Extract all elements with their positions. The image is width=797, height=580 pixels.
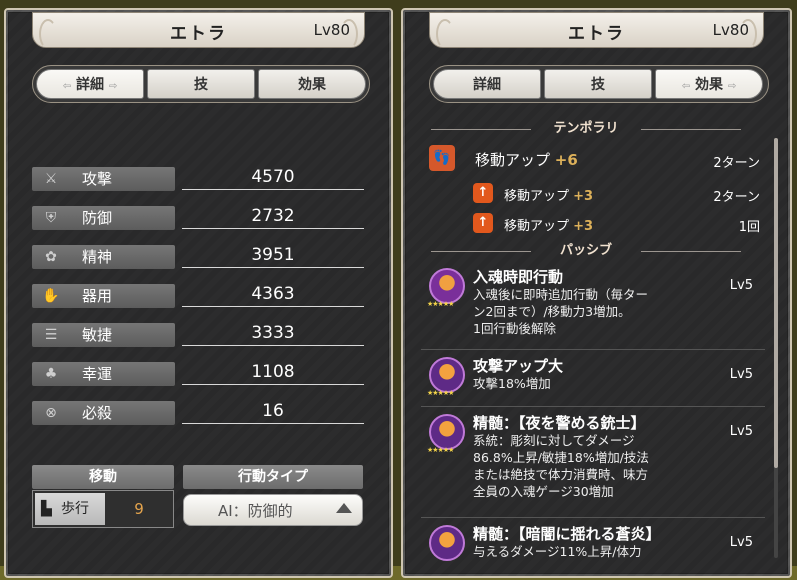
stat-value-critical: 16 (182, 400, 364, 424)
stat-name: 幸運 (82, 365, 113, 383)
clover-icon: ♣ (44, 366, 58, 382)
arrow-right-icon: ⇨ (727, 81, 737, 92)
caret-up-icon (336, 503, 352, 513)
skill-level: Lv5 (729, 278, 753, 293)
skill-description: 入魂後に即時追加行動（毎ター ン2回まで）/移動力3増加。 1回行動後解除 (473, 287, 649, 336)
tab-bar: ⇦ 詳細 ⇨ 技 効果 (32, 65, 370, 103)
stat-value-attack: 4570 (182, 166, 364, 190)
movement-value: 9 (134, 500, 144, 518)
action-type-select[interactable]: AI：防御的 (183, 494, 363, 526)
passive-section-title: パッシブ (421, 242, 751, 260)
stat-name: 器用 (82, 287, 113, 305)
skill-name: 入魂時即行動 (473, 268, 564, 286)
tab-skill[interactable]: 技 (544, 69, 652, 99)
skill-name: 攻撃アップ大 (473, 357, 564, 375)
speed-icon: ☰ (44, 327, 58, 343)
ornament-icon (340, 19, 358, 49)
character-header: エトラ Lv80 (32, 12, 365, 49)
stat-name: 攻撃 (82, 170, 113, 188)
arrow-up-icon: ↑ (473, 213, 493, 233)
stat-label-critical: ⊗ 必殺 (32, 401, 175, 425)
tab-detail-label: 詳細 (76, 77, 104, 93)
skill-level: Lv5 (729, 424, 753, 439)
tab-skill[interactable]: 技 (147, 69, 255, 99)
tab-bar: 詳細 技 ⇦ 効果 ⇨ (429, 65, 769, 103)
buff-sub: 移動アップ +3 (504, 185, 593, 204)
skill-icon (429, 357, 465, 393)
buff-main-name: 移動アップ (475, 151, 551, 169)
movement-type: ▙ 歩行 (35, 493, 105, 525)
buff-sub-turns: 1回 (738, 220, 760, 235)
buff-sub: 移動アップ +3 (504, 215, 593, 234)
movement-box: ▙ 歩行 9 (32, 490, 174, 528)
tab-effect[interactable]: ⇦ 効果 ⇨ (655, 69, 763, 99)
star-rating-icon: ★★★★★ (427, 446, 454, 454)
stat-label-dexterity: ✋ 器用 (32, 284, 175, 308)
spirit-icon: ✿ (45, 249, 57, 265)
skill-name: 精髄：【夜を警める銃士】 (473, 414, 646, 432)
stat-value-dexterity: 4363 (182, 283, 364, 307)
arrow-left-icon: ⇦ (681, 81, 691, 92)
buff-main-turns: 2ターン (713, 156, 760, 171)
stat-label-spirit: ✿ 精神 (32, 245, 175, 269)
movement-type-label: 歩行 (61, 501, 89, 517)
stat-value-defense: 2732 (182, 205, 364, 229)
sword-icon: ⚔ (44, 171, 58, 187)
arrow-left-icon: ⇦ (62, 81, 72, 92)
stat-name: 防御 (82, 209, 113, 227)
action-type-value: AI：防御的 (218, 502, 293, 520)
stat-value-spirit: 3951 (182, 244, 364, 268)
buff-sub-plus: +3 (573, 219, 594, 234)
stat-name: 必殺 (82, 404, 113, 422)
skill-description: 攻撃18%増加 (473, 376, 551, 391)
stat-name: 敏捷 (82, 326, 113, 344)
skill-description: 与えるダメージ11%上昇/体力 (473, 544, 642, 559)
stat-name: 精神 (82, 248, 113, 266)
stat-value-agility: 3333 (182, 322, 364, 346)
status-panel: エトラ Lv80 ⇦ 詳細 ⇨ 技 効果 ⚔ 攻撃 4570 ⛨ 防御 2732… (4, 8, 393, 578)
skill-icon (429, 268, 465, 304)
skill-level: Lv5 (729, 535, 753, 550)
effects-panel: エトラ Lv80 詳細 技 ⇦ 効果 ⇨ テンポラリ 👣 移動アップ +6 2タ… (401, 8, 792, 578)
action-type-header: 行動タイプ (183, 465, 363, 489)
star-rating-icon: ★★★★★ (427, 389, 454, 397)
buff-sub-name: 移動アップ (504, 189, 570, 204)
scrollbar-thumb[interactable] (774, 138, 778, 468)
tab-effect[interactable]: 効果 (258, 69, 366, 99)
tab-detail[interactable]: ⇦ 詳細 ⇨ (36, 69, 144, 99)
shield-icon: ⛨ (45, 210, 57, 226)
list-item[interactable]: 精髄：【暗闇に揺れる蒼炎】 与えるダメージ11%上昇/体力 Lv5 (421, 519, 765, 576)
boot-icon: ▙ (41, 501, 52, 517)
buff-sub-name: 移動アップ (504, 219, 570, 234)
skill-name: 精髄：【暗闇に揺れる蒼炎】 (473, 525, 661, 543)
skill-level: Lv5 (729, 367, 753, 382)
character-header: エトラ Lv80 (429, 12, 764, 49)
skill-icon (429, 414, 465, 450)
arrow-up-icon: ↑ (473, 183, 493, 203)
star-rating-icon: ★★★★★ (427, 300, 454, 308)
skill-icon (429, 525, 465, 561)
footprints-icon: 👣 (429, 145, 455, 171)
stat-label-defense: ⛨ 防御 (32, 206, 175, 230)
skill-description: 系統：彫刻に対してダメージ 86.8%上昇/敏捷18%増加/技法 または絶技で体… (473, 433, 649, 499)
list-item[interactable]: ★★★★★ 入魂時即行動 入魂後に即時追加行動（毎ター ン2回まで）/移動力3増… (421, 262, 765, 350)
list-item[interactable]: ★★★★★ 攻撃アップ大 攻撃18%増加 Lv5 (421, 351, 765, 407)
ornament-icon (739, 19, 757, 49)
stat-label-luck: ♣ 幸運 (32, 362, 175, 386)
buff-sub-turns: 2ターン (713, 190, 760, 205)
movement-header: 移動 (32, 465, 174, 489)
stat-label-agility: ☰ 敏捷 (32, 323, 175, 347)
arrow-right-icon: ⇨ (108, 81, 118, 92)
crit-icon: ⊗ (45, 405, 57, 421)
list-item[interactable]: ★★★★★ 精髄：【夜を警める銃士】 系統：彫刻に対してダメージ 86.8%上昇… (421, 408, 765, 518)
tab-effect-label: 効果 (695, 77, 723, 93)
stat-value-luck: 1108 (182, 361, 364, 385)
tab-detail[interactable]: 詳細 (433, 69, 541, 99)
hand-icon: ✋ (42, 288, 60, 304)
stat-label-attack: ⚔ 攻撃 (32, 167, 175, 191)
buff-sub-plus: +3 (573, 189, 594, 204)
buff-main-plus: +6 (554, 151, 578, 169)
buff-main: 移動アップ +6 (475, 149, 578, 170)
temporary-section-title: テンポラリ (421, 120, 751, 138)
